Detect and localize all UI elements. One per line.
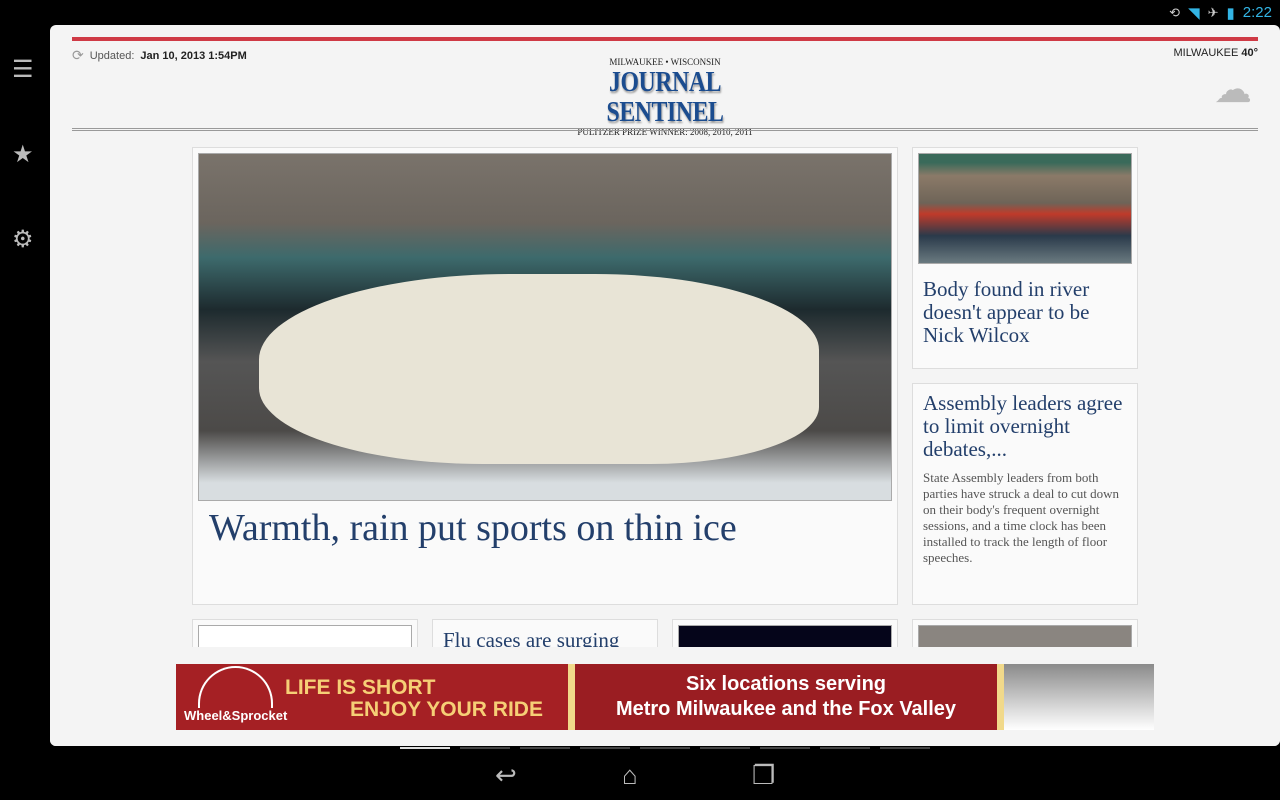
- page-indicator: [400, 747, 930, 749]
- story-headline: Warmth, rain put sports on thin ice: [209, 507, 737, 549]
- home-icon[interactable]: ⌂: [622, 760, 638, 791]
- settings-gear-icon[interactable]: ⚙: [12, 225, 34, 254]
- weather-city: MILWAUKEE: [1173, 47, 1239, 59]
- wheel-sprocket-logo-icon: [198, 666, 273, 708]
- ad-separator: [568, 664, 575, 730]
- story-side-2[interactable]: Assembly leaders agree to limit overnigh…: [912, 383, 1138, 605]
- ad-line4: Metro Milwaukee and the Fox Valley: [615, 698, 957, 720]
- ad-separator: [997, 664, 1004, 730]
- story-headline: Body found in river doesn't appear to be…: [923, 277, 1090, 347]
- ad-line2: ENJOY YOUR RIDE: [350, 698, 543, 721]
- back-icon[interactable]: ↩: [495, 760, 517, 791]
- refresh-icon[interactable]: ⟳: [72, 47, 84, 64]
- river-rescue-photo: [918, 153, 1132, 264]
- airplane-icon: ✈: [1207, 4, 1219, 20]
- status-bar: ⟲ ◥ ✈ ▮ 2:22: [1169, 0, 1280, 25]
- story-headline: Assembly leaders agree to limit overnigh…: [923, 391, 1123, 461]
- navigation-bar: ↩ ⌂ ❐: [0, 746, 1280, 800]
- polar-bear-photo: [198, 153, 892, 501]
- clock: 2:22: [1242, 4, 1272, 21]
- ad-brand: Wheel&Sprocket: [184, 708, 288, 723]
- battery-icon: ▮: [1226, 4, 1235, 22]
- header-rule: [72, 128, 1258, 131]
- wifi-icon: ◥: [1188, 4, 1200, 22]
- updated-value: Jan 10, 2013 1:54PM: [140, 49, 247, 62]
- recent-apps-icon[interactable]: ❐: [752, 760, 775, 791]
- story-side-1[interactable]: Body found in river doesn't appear to be…: [912, 147, 1138, 369]
- ad-line3: Six locations serving: [685, 673, 887, 695]
- masthead-logo: MILWAUKEE • WISCONSIN JOURNAL SENTINEL P…: [545, 57, 785, 137]
- weather-temp: 40°: [1241, 47, 1258, 59]
- story-summary: State Assembly leaders from both parties…: [923, 470, 1120, 565]
- red-divider: [72, 37, 1258, 41]
- ad-line1: LIFE IS SHORT: [285, 676, 436, 699]
- story-main[interactable]: Warmth, rain put sports on thin ice: [192, 147, 898, 605]
- updated-label: Updated:: [89, 49, 135, 62]
- updated-info: ⟳ Updated: Jan 10, 2013 1:54PM: [72, 47, 247, 64]
- main-panel: ⟳ Updated: Jan 10, 2013 1:54PM MILWAUKEE…: [50, 25, 1280, 746]
- star-icon[interactable]: ★: [12, 140, 34, 169]
- rotation-icon: ⟲: [1169, 4, 1181, 20]
- cyclist-photo: [1004, 664, 1154, 730]
- masthead-title: JOURNAL SENTINEL: [606, 66, 724, 128]
- menu-list-icon[interactable]: ☰: [12, 55, 34, 84]
- weather[interactable]: MILWAUKEE 40°: [1174, 47, 1259, 59]
- cloudy-weather-icon: ☁: [1214, 69, 1252, 111]
- advertisement-banner[interactable]: Wheel&Sprocket LIFE IS SHORT ENJOY YOUR …: [176, 664, 1154, 730]
